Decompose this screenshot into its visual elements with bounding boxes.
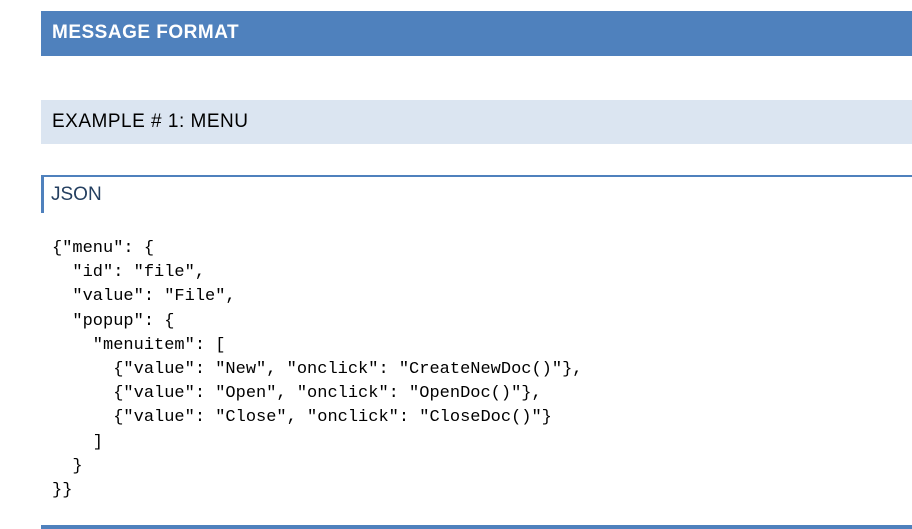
subheading-json: JSON [41,175,912,213]
code-line: "menuitem": [ [52,335,226,355]
code-line: "id": "file", [52,263,206,283]
json-code-block: {"menu": { "id": "file", "value": "File"… [52,237,583,503]
subsection-heading-example-menu: EXAMPLE # 1: MENU [41,100,912,144]
code-line: {"value": "Close", "onclick": "CloseDoc(… [52,408,552,428]
code-line: "value": "File", [52,287,236,307]
code-line: } [52,456,83,476]
document-page: MESSAGE FORMAT EXAMPLE # 1: MENU JSON {"… [0,0,912,529]
code-line: ] [52,432,104,452]
section-heading-message-format: MESSAGE FORMAT [41,11,912,56]
code-line: {"value": "New", "onclick": "CreateNewDo… [52,359,583,379]
code-line: {"value": "Open", "onclick": "OpenDoc()"… [52,384,542,404]
code-line: "popup": { [52,311,175,331]
code-line: {"menu": { [52,239,155,258]
code-line: }} [52,480,73,500]
section-divider [41,525,912,529]
